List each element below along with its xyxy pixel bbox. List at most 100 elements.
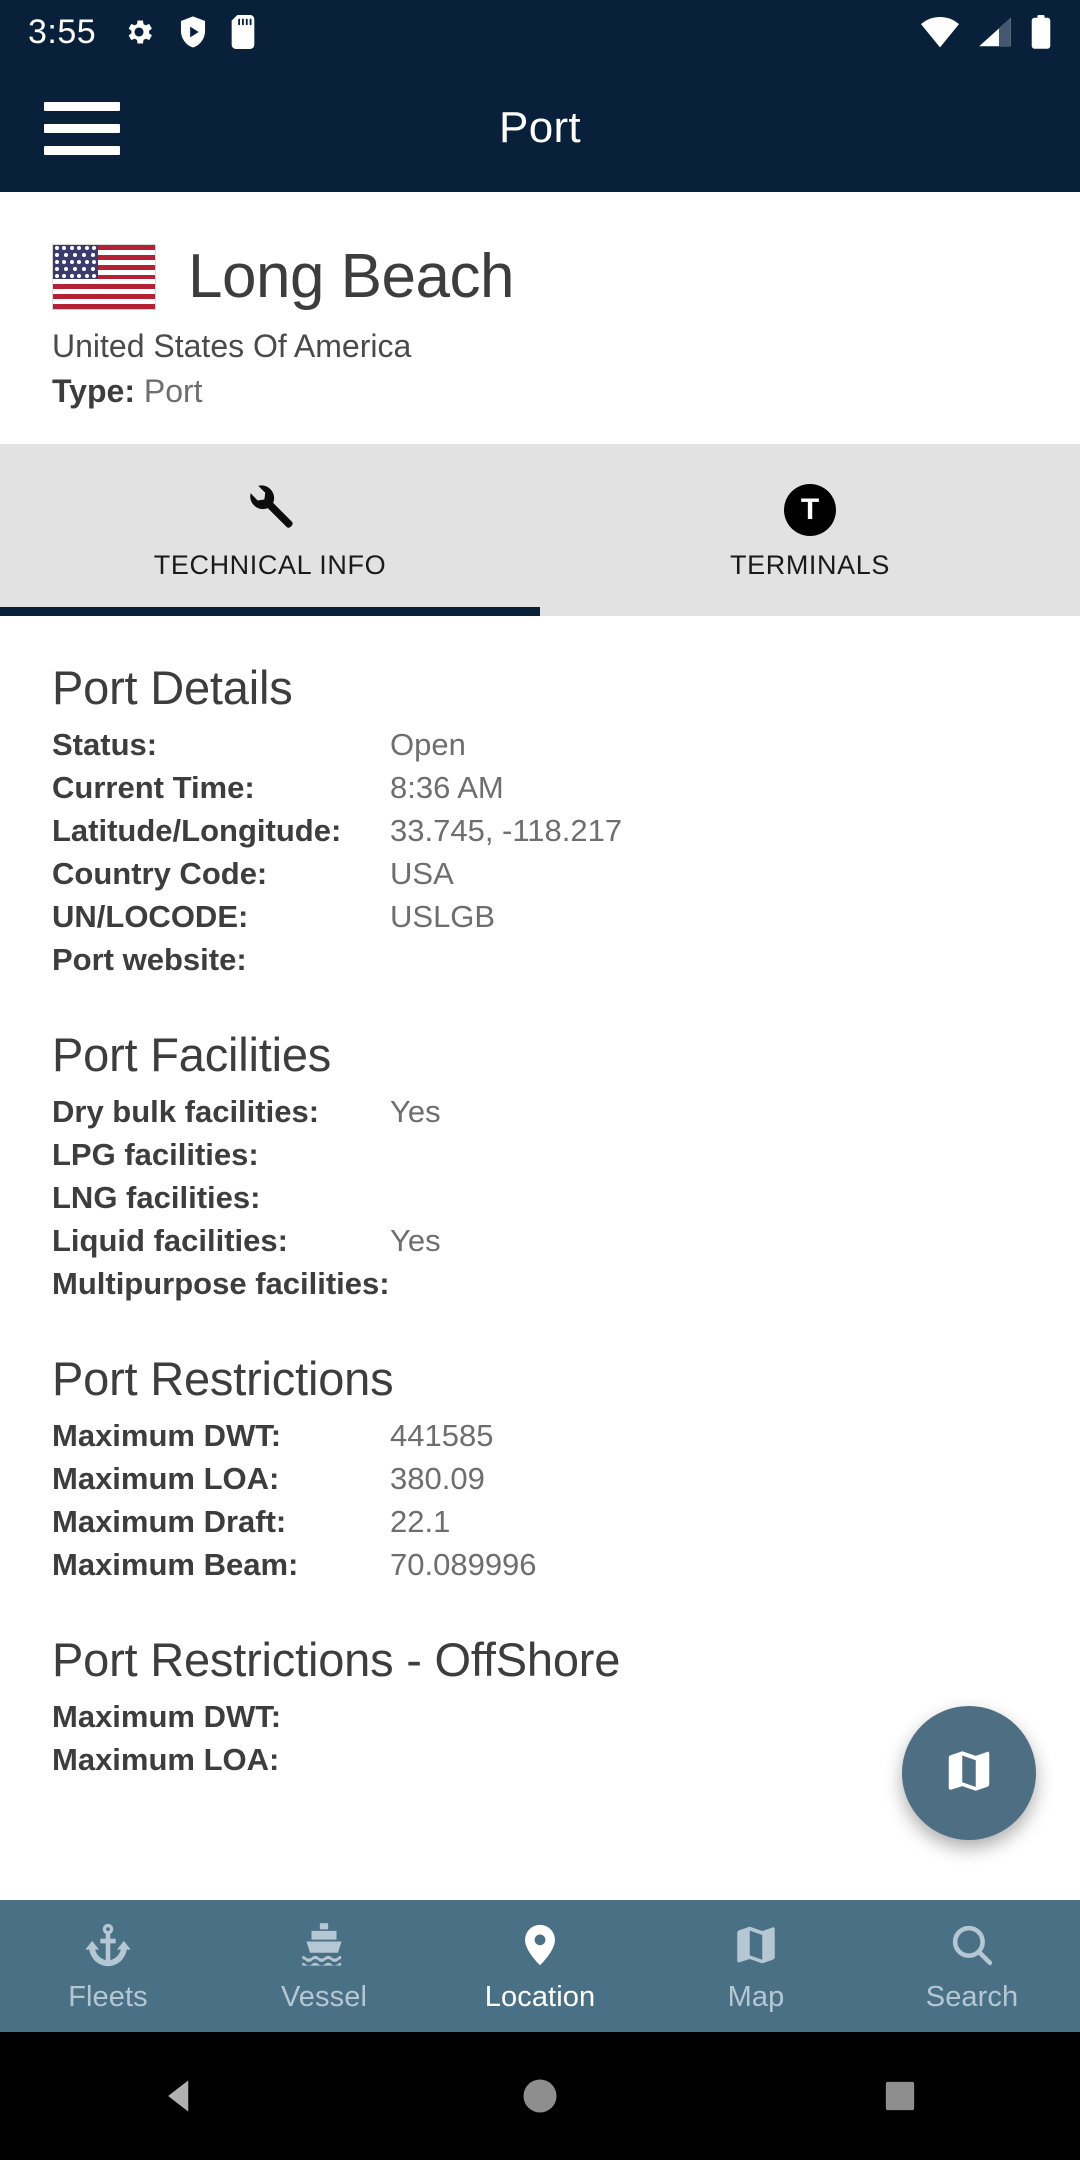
tab-terminals[interactable]: T TERMINALS (540, 444, 1080, 616)
detail-key: Maximum LOA: (52, 1742, 280, 1777)
terminal-badge-letter: T (784, 483, 836, 536)
detail-key: UN/LOCODE: (52, 899, 249, 934)
terminal-badge-icon: T (784, 480, 836, 536)
bottom-nav-label: Vessel (280, 1980, 368, 2013)
detail-key: Current Time: (52, 770, 255, 805)
detail-value: Yes (390, 1094, 441, 1129)
port-country: United States Of America (52, 328, 412, 364)
detail-value: 33.745, -118.217 (390, 813, 623, 848)
section-port-facilities: Port Facilities Dry bulk facilities: Yes… (52, 1027, 1028, 1305)
port-type-label: Type: (52, 373, 135, 409)
detail-value: 380.09 (390, 1461, 485, 1496)
page-title: Port (499, 103, 581, 152)
map-pin-icon (517, 1919, 563, 1971)
detail-value: 8:36 AM (390, 770, 504, 805)
hamburger-bar (44, 101, 120, 111)
gear-icon (122, 15, 156, 49)
detail-key: Status: (52, 727, 158, 762)
bottom-nav-item-vessel[interactable]: Vessel (216, 1919, 432, 2014)
bottom-nav-item-fleets[interactable]: Fleets (0, 1919, 216, 2014)
detail-row: Maximum DWT: 441585 (52, 1414, 1028, 1457)
detail-key: Maximum LOA: (52, 1461, 280, 1496)
detail-row: Latitude/Longitude: 33.745, -118.217 (52, 809, 1028, 852)
show-on-map-fab[interactable] (902, 1706, 1036, 1840)
section-title: Port Details (52, 661, 293, 714)
tab-terminals-label: TERMINALS (730, 549, 890, 580)
wrench-icon (241, 480, 299, 536)
detail-row: Maximum LOA: (52, 1738, 1028, 1781)
port-type-row: Type: Port (0, 365, 1080, 410)
bottom-nav-label: Map (727, 1980, 785, 2013)
detail-key: Dry bulk facilities: (52, 1094, 320, 1129)
detail-value: Open (390, 727, 466, 762)
detail-value: USA (390, 856, 454, 891)
bottom-navigation-bar: Fleets Vessel Location Map Search (0, 1900, 1080, 2032)
detail-value: 22.1 (390, 1504, 451, 1539)
detail-row: Maximum Beam: 70.089996 (52, 1543, 1028, 1586)
detail-key: Multipurpose facilities: (52, 1266, 390, 1301)
detail-key: Port website: (52, 942, 247, 977)
hamburger-bar (44, 145, 120, 155)
status-bar: 3:55 (0, 0, 1080, 64)
detail-row: Maximum LOA: 380.09 (52, 1457, 1028, 1500)
sd-card-icon (230, 15, 256, 49)
detail-value: 441585 (390, 1418, 494, 1453)
battery-icon (1030, 15, 1052, 49)
bottom-nav-item-map[interactable]: Map (648, 1919, 864, 2014)
shield-play-icon (178, 15, 208, 49)
detail-value: 70.089996 (390, 1547, 537, 1582)
search-icon (947, 1919, 997, 1971)
united-states-flag-icon (52, 244, 156, 310)
detail-value: Yes (390, 1223, 441, 1258)
section-title: Port Restrictions (52, 1352, 394, 1405)
recents-square-icon[interactable] (800, 2076, 1000, 2116)
cellular-signal-icon (976, 15, 1014, 49)
detail-row: LNG facilities: (52, 1176, 1028, 1219)
home-circle-icon[interactable] (440, 2074, 640, 2118)
bottom-nav-label: Location (484, 1980, 596, 2013)
anchor-icon (83, 1919, 133, 1971)
status-bar-system-icons (920, 15, 1052, 49)
detail-key: Country Code: (52, 856, 268, 891)
bottom-nav-item-location[interactable]: Location (432, 1919, 648, 2014)
detail-key: LPG facilities: (52, 1137, 259, 1172)
detail-row: LPG facilities: (52, 1133, 1028, 1176)
detail-row: Maximum Draft: 22.1 (52, 1500, 1028, 1543)
android-system-navigation-bar (0, 2032, 1080, 2160)
detail-row: Current Time: 8:36 AM (52, 766, 1028, 809)
tab-technical-info[interactable]: TECHNICAL INFO (0, 444, 540, 616)
detail-value: USLGB (390, 899, 496, 934)
detail-row: Liquid facilities: Yes (52, 1219, 1028, 1262)
phone-screen: 3:55 Port Long Beach United States Of Am… (0, 0, 1080, 2160)
tab-bar: TECHNICAL INFO T TERMINALS (0, 444, 1080, 616)
detail-key: Maximum DWT: (52, 1418, 282, 1453)
section-port-details: Port Details Status: Open Current Time: … (52, 660, 1028, 981)
status-bar-notification-icons (122, 15, 256, 49)
detail-key: Liquid facilities: (52, 1223, 288, 1258)
tab-technical-info-label: TECHNICAL INFO (153, 549, 387, 580)
map-icon (942, 1744, 996, 1803)
hamburger-bar (44, 123, 120, 133)
port-title-row: Long Beach (0, 244, 1080, 310)
hamburger-menu-icon[interactable] (44, 101, 140, 155)
app-bar: Port (0, 64, 1080, 192)
detail-key: Maximum DWT: (52, 1699, 282, 1734)
flag-canton (53, 245, 98, 280)
back-triangle-icon[interactable] (80, 2074, 280, 2118)
port-type-value: Port (143, 373, 203, 409)
ship-icon (297, 1919, 351, 1971)
status-bar-clock: 3:55 (28, 13, 97, 51)
detail-row: Status: Open (52, 723, 1028, 766)
bottom-nav-label: Fleets (68, 1980, 148, 2013)
map-icon (730, 1919, 782, 1971)
detail-key: Latitude/Longitude: (52, 813, 342, 848)
detail-key: Maximum Draft: (52, 1504, 287, 1539)
technical-info-panel[interactable]: Port Details Status: Open Current Time: … (0, 616, 1080, 1900)
bottom-nav-item-search[interactable]: Search (864, 1919, 1080, 2014)
detail-row: Dry bulk facilities: Yes (52, 1090, 1028, 1133)
detail-row: UN/LOCODE: USLGB (52, 895, 1028, 938)
section-title: Port Facilities (52, 1028, 332, 1081)
detail-row: Multipurpose facilities: (52, 1262, 1028, 1305)
port-header: Long Beach United States Of America Type… (0, 192, 1080, 444)
section-title: Port Restrictions - OffShore (52, 1633, 621, 1686)
